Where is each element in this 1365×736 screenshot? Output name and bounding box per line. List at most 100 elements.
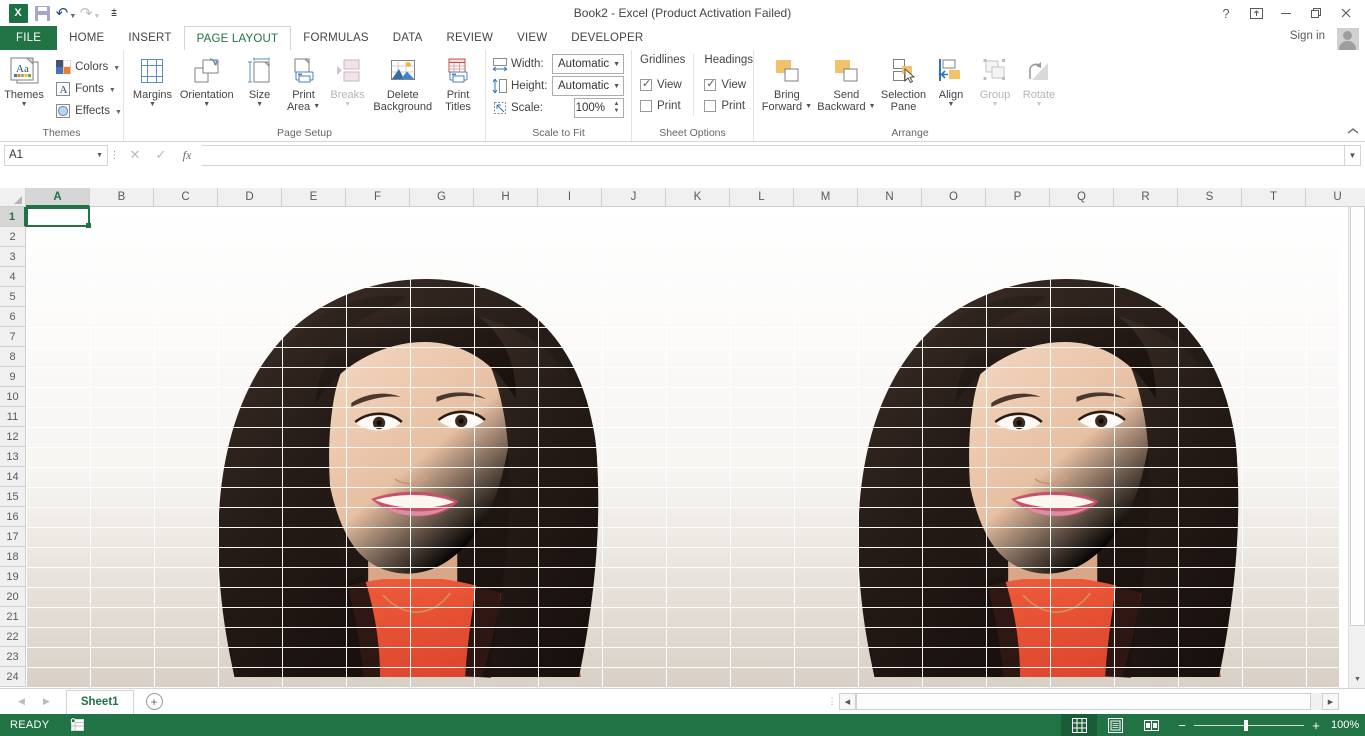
- column-header-M[interactable]: M: [794, 188, 858, 207]
- column-header-I[interactable]: I: [538, 188, 602, 207]
- print-area-button[interactable]: Print Area ▼: [282, 54, 326, 114]
- themes-button[interactable]: Aa Themes ▼: [0, 54, 50, 110]
- column-header-H[interactable]: H: [474, 188, 538, 207]
- scale-width-combo[interactable]: Automatic ▼: [552, 54, 624, 74]
- column-header-N[interactable]: N: [858, 188, 922, 207]
- formula-input[interactable]: [202, 145, 1345, 166]
- tab-home[interactable]: HOME: [57, 26, 116, 50]
- undo-button[interactable]: ↶▼: [54, 2, 78, 24]
- row-header-23[interactable]: 23: [0, 647, 26, 667]
- horizontal-scrollbar[interactable]: ◀ ▶: [839, 693, 1339, 710]
- cells-area[interactable]: [26, 207, 1339, 688]
- delete-background-button[interactable]: Delete Background: [370, 54, 436, 114]
- help-button[interactable]: ?: [1211, 1, 1241, 25]
- sheet-split-handle[interactable]: ⋮: [825, 696, 839, 707]
- row-header-22[interactable]: 22: [0, 627, 26, 647]
- tab-view[interactable]: VIEW: [505, 26, 559, 50]
- row-header-11[interactable]: 11: [0, 407, 26, 427]
- redo-button[interactable]: ↷▼: [78, 2, 102, 24]
- tab-page-layout[interactable]: PAGE LAYOUT: [184, 26, 292, 50]
- column-header-K[interactable]: K: [666, 188, 730, 207]
- zoom-control[interactable]: − +: [1169, 719, 1331, 732]
- name-box[interactable]: A1 ▼: [4, 145, 108, 166]
- row-header-14[interactable]: 14: [0, 467, 26, 487]
- zoom-level-label[interactable]: 100%: [1331, 719, 1365, 731]
- column-header-P[interactable]: P: [986, 188, 1050, 207]
- row-header-2[interactable]: 2: [0, 227, 26, 247]
- sheet-tab-sheet1[interactable]: Sheet1: [66, 690, 134, 714]
- margins-button[interactable]: Margins ▼: [129, 54, 176, 110]
- headings-view-checkbox[interactable]: View: [704, 74, 753, 95]
- orientation-button[interactable]: Orientation ▼: [176, 54, 238, 110]
- scroll-down-button[interactable]: ▼: [1349, 671, 1365, 688]
- row-header-6[interactable]: 6: [0, 307, 26, 327]
- scale-spinner[interactable]: 100% ▲▼: [574, 98, 624, 118]
- customize-quick-access-button[interactable]: ⩲: [102, 2, 126, 24]
- scroll-right-button[interactable]: ▶: [1322, 693, 1339, 710]
- expand-formula-bar-button[interactable]: ▼: [1345, 145, 1361, 166]
- selection-pane-button[interactable]: Selection Pane: [878, 54, 929, 114]
- active-cell[interactable]: [26, 207, 90, 227]
- row-header-1[interactable]: 1: [0, 207, 26, 227]
- rotate-button[interactable]: Rotate ▼: [1017, 54, 1061, 110]
- tab-file[interactable]: FILE: [0, 26, 57, 50]
- page-break-preview-button[interactable]: [1133, 714, 1169, 736]
- column-header-F[interactable]: F: [346, 188, 410, 207]
- send-backward-button[interactable]: Send Backward ▼: [815, 54, 878, 114]
- size-button[interactable]: Size ▼: [238, 54, 282, 110]
- row-header-16[interactable]: 16: [0, 507, 26, 527]
- select-all-button[interactable]: [0, 188, 26, 207]
- tab-data[interactable]: DATA: [381, 26, 435, 50]
- column-header-Q[interactable]: Q: [1050, 188, 1114, 207]
- column-header-C[interactable]: C: [154, 188, 218, 207]
- zoom-out-button[interactable]: −: [1177, 719, 1187, 732]
- zoom-slider-thumb[interactable]: [1244, 720, 1248, 731]
- zoom-in-button[interactable]: +: [1311, 719, 1321, 732]
- horizontal-scroll-thumb[interactable]: [856, 693, 1311, 710]
- row-header-24[interactable]: 24: [0, 667, 26, 687]
- tab-developer[interactable]: DEVELOPER: [559, 26, 655, 50]
- column-header-O[interactable]: O: [922, 188, 986, 207]
- column-header-A[interactable]: A: [26, 188, 90, 207]
- row-header-13[interactable]: 13: [0, 447, 26, 467]
- fill-handle[interactable]: [86, 223, 91, 228]
- column-header-G[interactable]: G: [410, 188, 474, 207]
- column-header-B[interactable]: B: [90, 188, 154, 207]
- row-header-17[interactable]: 17: [0, 527, 26, 547]
- breaks-button[interactable]: Breaks ▼: [326, 54, 370, 110]
- cancel-formula-button[interactable]: ✕: [122, 145, 148, 166]
- scale-height-combo[interactable]: Automatic ▼: [552, 76, 624, 96]
- row-header-18[interactable]: 18: [0, 547, 26, 567]
- sign-in-button[interactable]: Sign in: [1290, 30, 1325, 42]
- column-header-J[interactable]: J: [602, 188, 666, 207]
- print-titles-button[interactable]: Print Titles: [436, 54, 480, 114]
- normal-view-button[interactable]: [1061, 714, 1097, 736]
- close-button[interactable]: [1331, 1, 1361, 25]
- horizontal-scroll-track[interactable]: [856, 693, 1322, 710]
- row-header-8[interactable]: 8: [0, 347, 26, 367]
- minimize-button[interactable]: [1271, 1, 1301, 25]
- save-button[interactable]: [30, 2, 54, 24]
- row-header-10[interactable]: 10: [0, 387, 26, 407]
- headings-print-checkbox[interactable]: Print: [704, 95, 753, 116]
- avatar[interactable]: [1337, 28, 1359, 50]
- row-header-21[interactable]: 21: [0, 607, 26, 627]
- align-button[interactable]: Align ▼: [929, 54, 973, 110]
- bring-forward-button[interactable]: Bring Forward ▼: [759, 54, 815, 114]
- restore-button[interactable]: [1301, 1, 1331, 25]
- group-button[interactable]: Group ▼: [973, 54, 1017, 110]
- next-sheet-button[interactable]: ▶: [43, 696, 50, 707]
- collapse-ribbon-button[interactable]: [1347, 127, 1359, 139]
- column-header-D[interactable]: D: [218, 188, 282, 207]
- vertical-scrollbar[interactable]: ▲ ▼: [1348, 188, 1365, 688]
- row-header-15[interactable]: 15: [0, 487, 26, 507]
- tab-insert[interactable]: INSERT: [116, 26, 183, 50]
- column-header-T[interactable]: T: [1242, 188, 1306, 207]
- gridlines-print-checkbox[interactable]: Print: [640, 95, 685, 116]
- macro-record-button[interactable]: [69, 718, 85, 732]
- tab-formulas[interactable]: FORMULAS: [291, 26, 381, 50]
- excel-app-icon[interactable]: X: [6, 2, 30, 24]
- enter-formula-button[interactable]: ✓: [148, 145, 174, 166]
- column-header-R[interactable]: R: [1114, 188, 1178, 207]
- row-header-12[interactable]: 12: [0, 427, 26, 447]
